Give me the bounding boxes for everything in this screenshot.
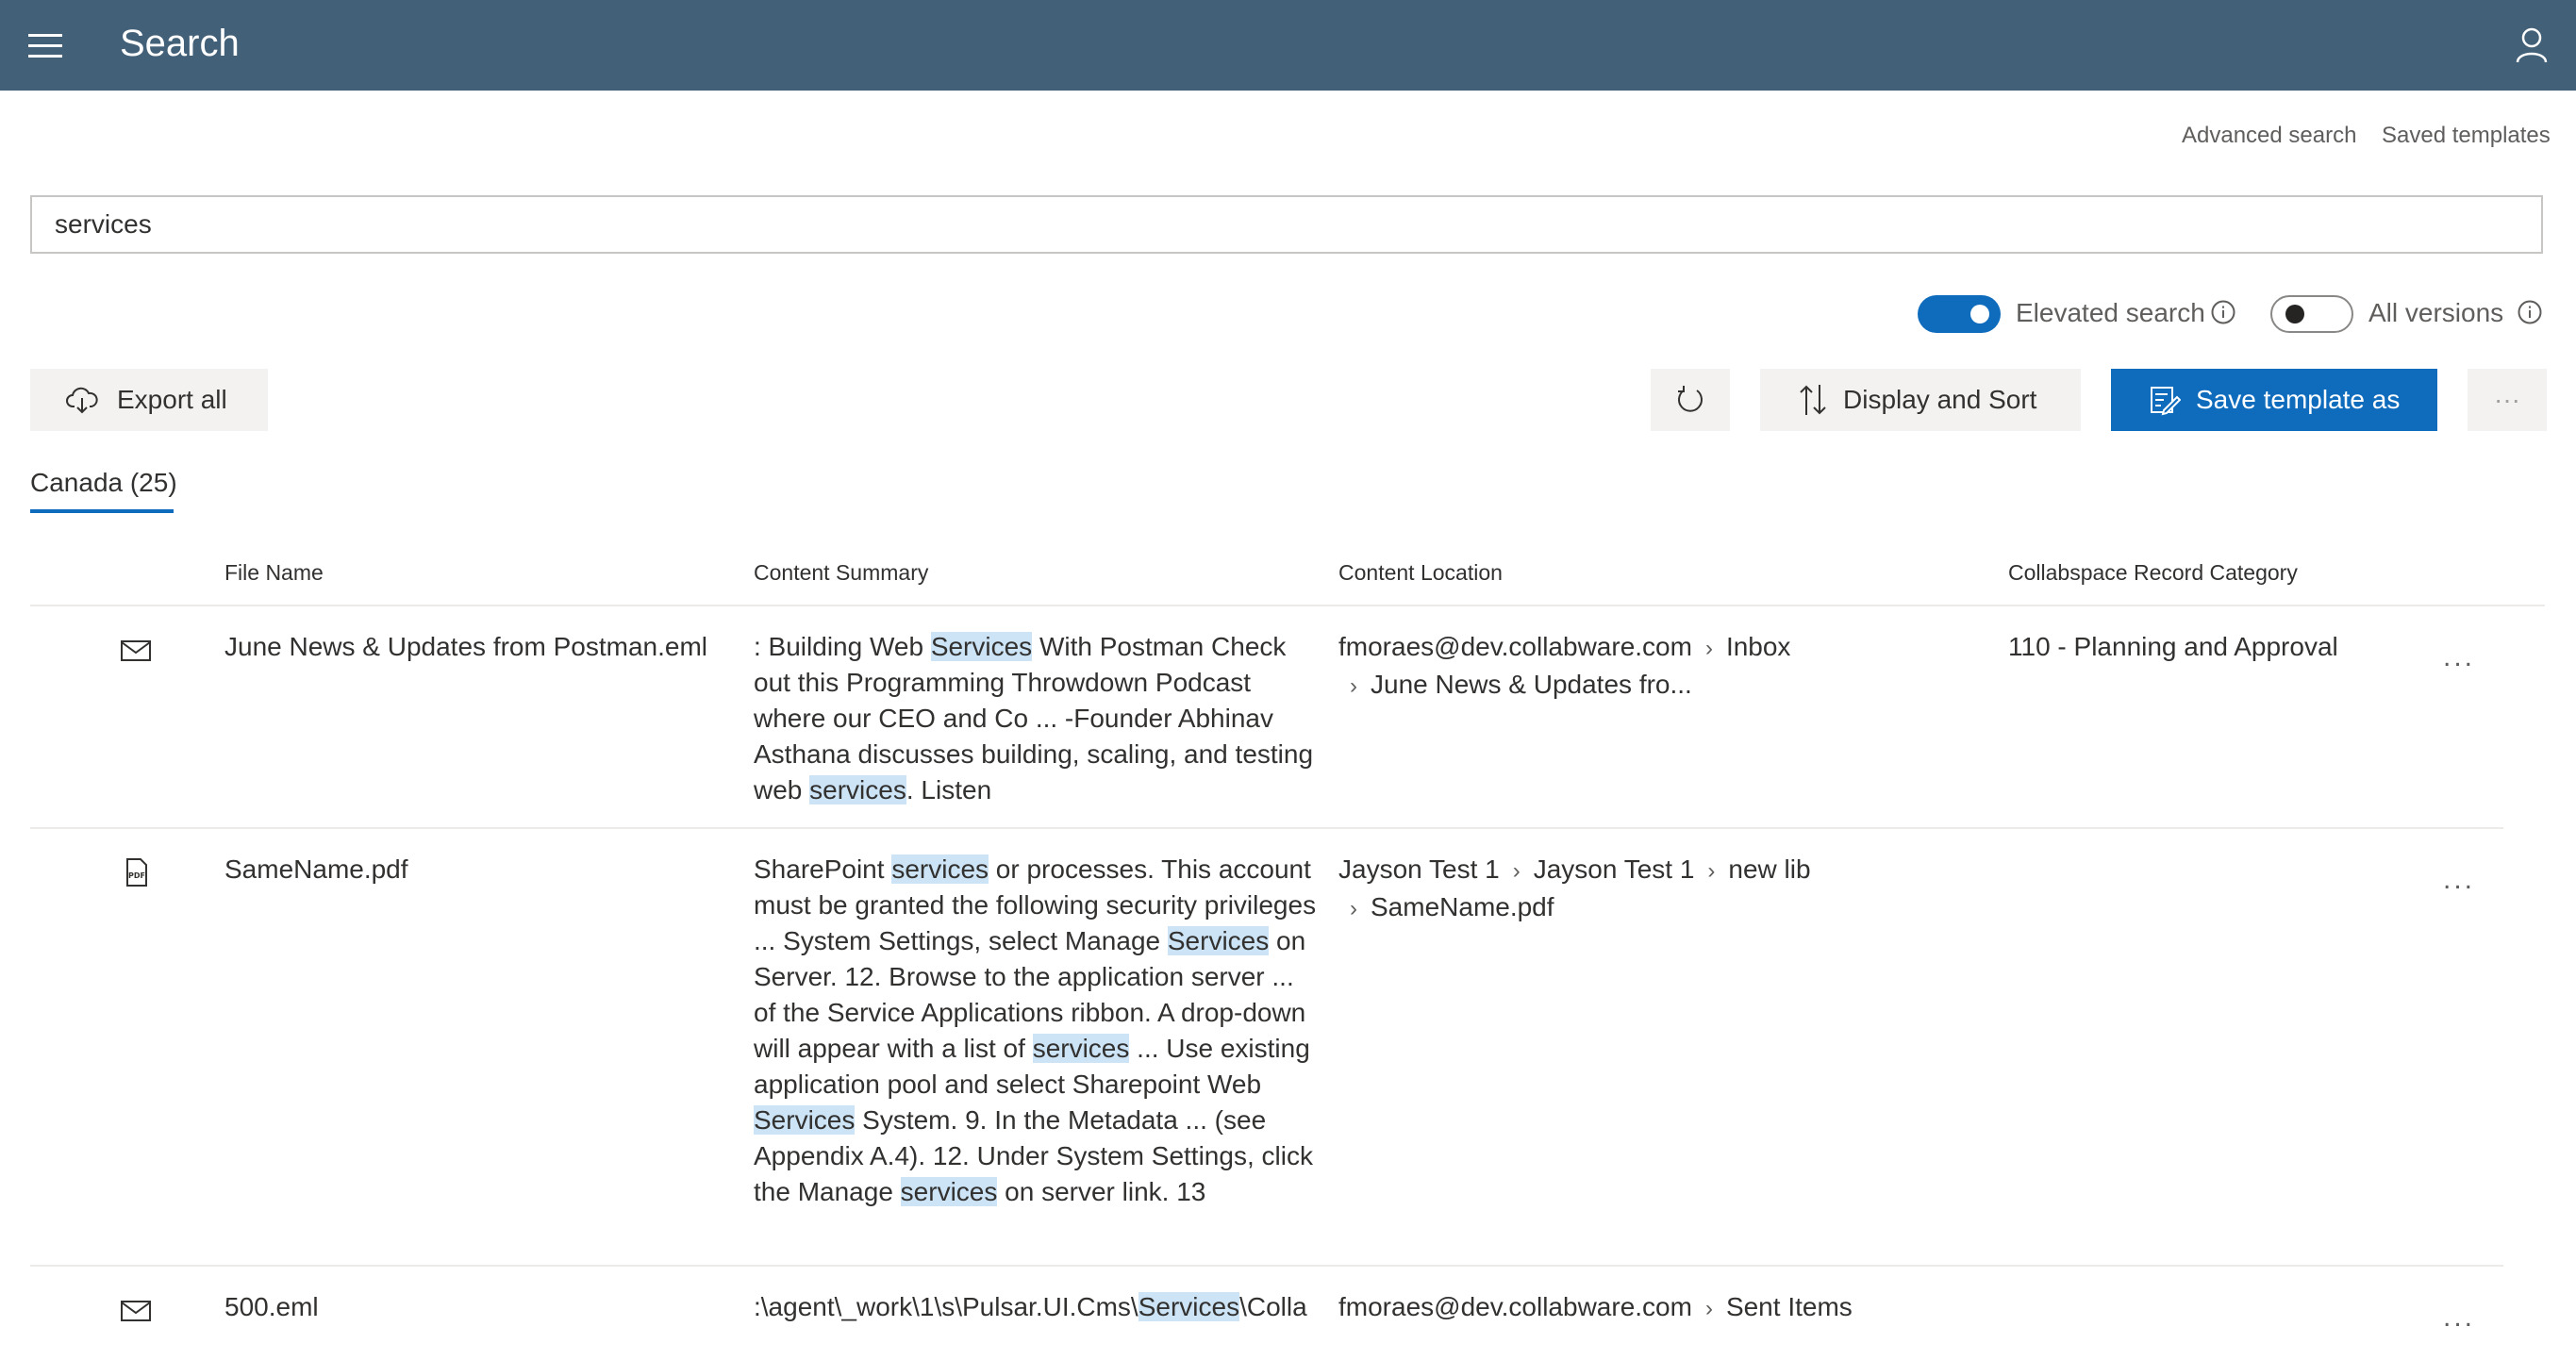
column-header-content-location[interactable]: Content Location (1338, 560, 1503, 586)
svg-text:PDF: PDF (128, 871, 145, 880)
location-segment[interactable]: Jayson Test 1 (1338, 854, 1500, 884)
location-segment[interactable]: Jayson Test 1 (1534, 854, 1695, 884)
column-header-record-category[interactable]: Collabspace Record Category (2008, 560, 2298, 586)
location-breadcrumb: › June News & Updates fro... (1338, 667, 1790, 705)
saved-templates-link[interactable]: Saved templates (2382, 123, 2551, 149)
menu-icon[interactable] (28, 34, 62, 58)
location-segment[interactable]: fmoraes@dev.collabware.com (1338, 632, 1692, 661)
refresh-button[interactable] (1651, 369, 1730, 431)
record-category: 110 - Planning and Approval (2008, 632, 2338, 661)
content-summary: : Building Web Services With Postman Che… (754, 632, 1314, 804)
content-location: fmoraes@dev.collabware.com › Inbox › June Ne… (1338, 629, 1790, 705)
file-name-link[interactable]: SameName.pdf (224, 852, 408, 887)
row-more-button[interactable]: ... (2443, 864, 2475, 896)
column-header-content-summary[interactable]: Content Summary (754, 560, 928, 586)
location-segment[interactable]: Inbox (1726, 632, 1791, 661)
all-versions-label: All versions (2368, 298, 2504, 327)
location-breadcrumb: › SameName.pdf (1338, 889, 1811, 927)
save-template-as-label: Save template as (2196, 385, 2401, 414)
pdf-icon: PDF (126, 858, 147, 887)
location-segment[interactable]: SameName.pdf (1371, 892, 1554, 921)
content-summary: SharePoint services or processes. This a… (754, 854, 1317, 1206)
export-all-button[interactable]: Export all (30, 369, 268, 431)
chevron-right-icon: › (1707, 858, 1716, 884)
refresh-icon (1678, 386, 1703, 412)
all-versions-toggle[interactable] (2270, 295, 2353, 333)
content-summary: :\agent\_work\1\s\Pulsar.UI.Cms\Services… (754, 1292, 1307, 1321)
chevron-right-icon: › (1512, 858, 1521, 884)
mail-icon (121, 640, 151, 661)
column-header-file-name[interactable]: File Name (224, 560, 324, 586)
row-divider (30, 827, 2503, 829)
page-title: Search (120, 23, 240, 64)
tab-canada[interactable]: Canada (25) (30, 468, 177, 498)
mail-icon (121, 1301, 151, 1321)
location-segment[interactable]: June News & Updates fro... (1371, 670, 1692, 699)
top-bar: Search (0, 0, 2576, 91)
chevron-right-icon: › (1704, 636, 1713, 661)
sort-icon (1800, 385, 1826, 415)
elevated-search-label: Elevated search (2016, 298, 2205, 327)
chevron-right-icon: › (1350, 673, 1357, 699)
display-and-sort-label: Display and Sort (1843, 385, 2037, 414)
user-icon[interactable] (2515, 26, 2549, 64)
location-segment[interactable]: new lib (1728, 854, 1810, 884)
content-location: Jayson Test 1 › Jayson Test 1 › new lib › Same… (1338, 852, 1811, 927)
info-icon[interactable] (2518, 300, 2542, 324)
content-location: fmoraes@dev.collabware.com › Sent Items (1338, 1289, 1853, 1327)
save-template-as-button[interactable]: Save template as (2111, 369, 2437, 431)
advanced-search-link[interactable]: Advanced search (2182, 123, 2356, 149)
save-template-icon (2151, 387, 2181, 416)
chevron-right-icon: › (1704, 1296, 1713, 1321)
location-segment[interactable]: Sent Items (1726, 1292, 1853, 1321)
elevated-search-toggle[interactable] (1918, 295, 2001, 333)
tab-underline (30, 509, 174, 513)
location-breadcrumb: fmoraes@dev.collabware.com › Sent Items (1338, 1289, 1853, 1327)
cloud-download-icon (66, 387, 98, 414)
display-and-sort-button[interactable]: Display and Sort (1760, 369, 2081, 431)
search-input[interactable] (30, 195, 2543, 254)
row-more-button[interactable]: ... (2443, 641, 2475, 673)
location-breadcrumb: Jayson Test 1 › Jayson Test 1 › new lib (1338, 852, 1811, 889)
file-name-link[interactable]: 500.eml (224, 1289, 319, 1325)
more-actions-button[interactable]: ··· (2468, 369, 2547, 431)
file-name-link[interactable]: June News & Updates from Postman.eml (224, 629, 707, 665)
header-divider (30, 605, 2545, 606)
row-more-button[interactable]: ... (2443, 1302, 2475, 1334)
row-divider (30, 1265, 2503, 1267)
location-breadcrumb: fmoraes@dev.collabware.com › Inbox (1338, 629, 1790, 667)
info-icon[interactable] (2211, 300, 2235, 324)
location-segment[interactable]: fmoraes@dev.collabware.com (1338, 1292, 1692, 1321)
export-all-label: Export all (117, 385, 227, 414)
chevron-right-icon: › (1350, 896, 1357, 921)
